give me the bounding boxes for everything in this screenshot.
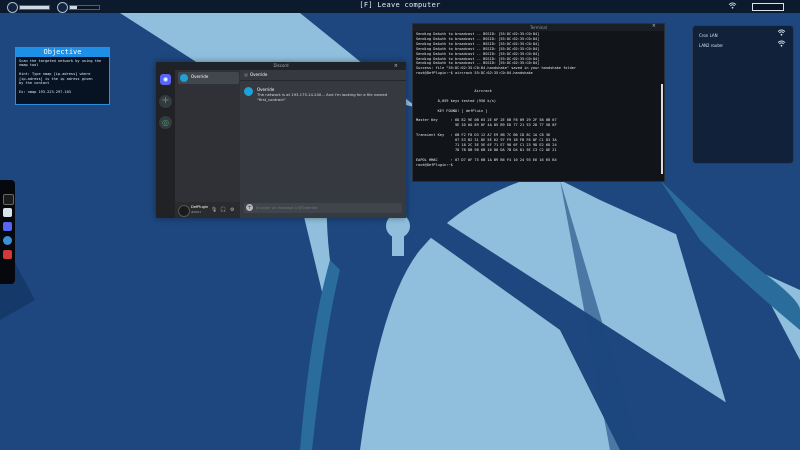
app-dock (0, 180, 15, 284)
objective-title: Objective (16, 48, 109, 57)
terminal-line: 7D 7B 8B 98 6B 16 80 DA 7B D4 81 5E C3 C… (416, 147, 557, 152)
terminal-line: Master Key : 6D 82 9E 0B 65 2E 6F 2E 6B … (416, 118, 557, 123)
terminal-line: Sending DeAuth to broadcast -- BSSID: [5… (416, 36, 540, 41)
channel-name: Override (250, 72, 268, 77)
objective-line: Hint: Type nmap [ip-adress] where (19, 72, 91, 77)
tools-icon[interactable] (3, 250, 12, 259)
user-panel: DefPlugin #0001 🎙 🎧 ⚙ (175, 202, 240, 218)
objective-line: [ip-adress] is the ip adress given (19, 76, 93, 81)
terminal-icon[interactable] (3, 194, 14, 205)
user-tag: #0001 (191, 210, 202, 214)
terminal-scrollbar[interactable] (661, 84, 663, 174)
wifi-panel: Cron LAN LAN2 router (692, 25, 794, 164)
top-bar: [F] Leave computer (0, 0, 800, 13)
wifi-icon[interactable] (728, 2, 737, 11)
terminal-line: Sending DeAuth to broadcast -- BSSID: [5… (416, 51, 540, 56)
objective-panel: Objective Scan the targeted network by u… (15, 47, 110, 105)
terminal-line: Success: file "55:DC:02:35:C0:84.handsha… (416, 66, 577, 71)
headset-icon[interactable]: 🎧 (220, 207, 226, 213)
chat-window-titlebar[interactable]: Discord × (156, 62, 406, 70)
chat-window-title: Discord (273, 63, 289, 68)
terminal-line: root@DefPlugin:~$ aircrack 55:DC:02:35:C… (416, 71, 533, 76)
chat-window: Discord × ◉ + ◎ Override DefPlugin #0001… (156, 62, 406, 218)
objective-line: by the contact (19, 81, 50, 86)
avatar[interactable] (244, 87, 253, 96)
terminal-title: Terminal (530, 25, 547, 30)
server-list: ◉ + ◎ (156, 70, 175, 218)
user-name: DefPlugin (191, 205, 209, 209)
message-area: @ Override Override The network is at 193… (240, 70, 406, 218)
settings-icon[interactable]: ⚙ (230, 207, 234, 213)
terminal-line: Sending DeAuth to broadcast -- BSSID: [5… (416, 32, 540, 36)
leave-computer-label: [F] Leave computer (359, 1, 441, 9)
terminal-window: Terminal × Sending DeAuth to broadcast -… (412, 23, 665, 182)
home-server-icon[interactable]: ◉ (160, 74, 171, 85)
notes-icon[interactable] (3, 208, 12, 217)
at-icon: @ (244, 72, 248, 77)
objective-line: nmap tool (19, 63, 39, 68)
channel-header: @ Override (240, 70, 406, 81)
terminal-line: Sending DeAuth to broadcast -- BSSID: [5… (416, 41, 540, 46)
terminal-line: KEY FOUND! [ defPluin ] (416, 108, 488, 113)
wifi-icon[interactable] (777, 40, 786, 49)
explore-icon[interactable]: ◎ (159, 116, 172, 129)
terminal-line: Aircrack (416, 89, 492, 93)
message-input[interactable] (256, 204, 396, 211)
wifi-icon[interactable] (777, 29, 786, 38)
message-composer: + (244, 203, 402, 213)
microphone-icon[interactable]: 🎙 (211, 207, 217, 213)
terminal-line: EAPOL HMAC : 07 D7 0F 75 6B 1A B9 B6 F4 … (416, 157, 557, 162)
terminal-line: Sending DeAuth to broadcast -- BSSID: [5… (416, 61, 540, 66)
browser-icon[interactable] (3, 236, 12, 245)
close-icon[interactable]: × (394, 62, 398, 70)
dm-item-override[interactable]: Override (178, 72, 239, 84)
objective-line: Scan the targeted network by using the (19, 59, 102, 63)
terminal-line: 5E 1D 0A 89 8F 4A 85 B9 ED 77 21 53 2D 7… (416, 123, 557, 128)
terminal-line: 07 53 B2 31 8E 5E 62 97 F9 1B FB F6 8F C… (416, 138, 557, 142)
chat-icon[interactable] (3, 222, 12, 231)
terminal-line: 71 18 2C 3E 5E 6F 71 E7 98 6F C1 23 9D E… (416, 142, 557, 147)
battery-icon (752, 3, 784, 11)
dm-item-label: Override (191, 74, 209, 79)
avatar[interactable] (178, 205, 190, 217)
terminal-line: 8,059 keys tested (956 k/s) (416, 98, 497, 103)
terminal-line: root@DefPlugin:~$ (416, 162, 453, 167)
terminal-line: Transient Key : 6B F2 F8 D3 12 A7 E9 6B … (416, 133, 551, 138)
dm-list: Override DefPlugin #0001 🎙 🎧 ⚙ (175, 70, 240, 218)
wifi-network-name[interactable]: LAN2 router (699, 43, 723, 48)
wifi-network-name[interactable]: Cron LAN (699, 33, 718, 38)
terminal-titlebar[interactable]: Terminal × (413, 23, 664, 31)
message-text: The network is at 193.175.14.240... And … (257, 92, 387, 102)
attach-icon[interactable]: + (246, 204, 253, 211)
avatar (180, 74, 188, 82)
terminal-line: Sending DeAuth to broadcast -- BSSID: [5… (416, 46, 540, 51)
terminal-line: Sending DeAuth to broadcast -- BSSID: [5… (416, 56, 540, 61)
add-server-icon[interactable]: + (159, 95, 172, 108)
close-icon[interactable]: × (652, 23, 656, 30)
objective-line: Ex: nmap 193.223.297.103 (19, 89, 71, 94)
